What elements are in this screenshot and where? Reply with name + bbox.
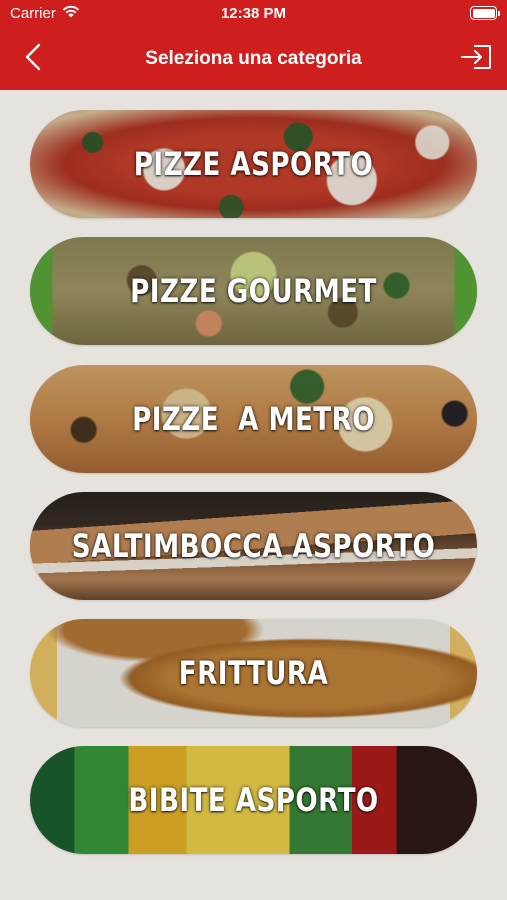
category-frittura[interactable]: FRITTURA xyxy=(30,619,477,727)
status-bar: Carrier 12:38 PM xyxy=(0,0,507,28)
status-time: 12:38 PM xyxy=(220,5,287,22)
category-label: SALTIMBOCCA ASPORTO xyxy=(71,527,436,565)
nav-bar: Seleziona una categoria xyxy=(0,34,507,84)
category-label: PIZZE GOURMET xyxy=(130,272,377,310)
battery-icon xyxy=(470,6,500,20)
category-label: BIBITE ASPORTO xyxy=(128,781,379,819)
category-label: PIZZE A METRO xyxy=(132,400,375,438)
logout-icon xyxy=(460,44,492,75)
category-pizze-gourmet[interactable]: PIZZE GOURMET xyxy=(30,237,477,345)
logout-button[interactable] xyxy=(459,42,493,76)
battery-fill xyxy=(472,8,495,18)
category-label: FRITTURA xyxy=(178,654,329,692)
category-pizze-asporto[interactable]: PIZZE ASPORTO xyxy=(30,110,477,218)
category-bibite-asporto[interactable]: BIBITE ASPORTO xyxy=(30,746,477,854)
category-saltimbocca-asporto[interactable]: SALTIMBOCCA ASPORTO xyxy=(30,492,477,600)
page-title: Seleziona una categoria xyxy=(145,48,362,69)
app-header: Carrier 12:38 PM Seleziona una categoria xyxy=(0,0,507,90)
category-pizze-a-metro[interactable]: PIZZE A METRO xyxy=(30,365,477,473)
category-label: PIZZE ASPORTO xyxy=(133,145,374,183)
